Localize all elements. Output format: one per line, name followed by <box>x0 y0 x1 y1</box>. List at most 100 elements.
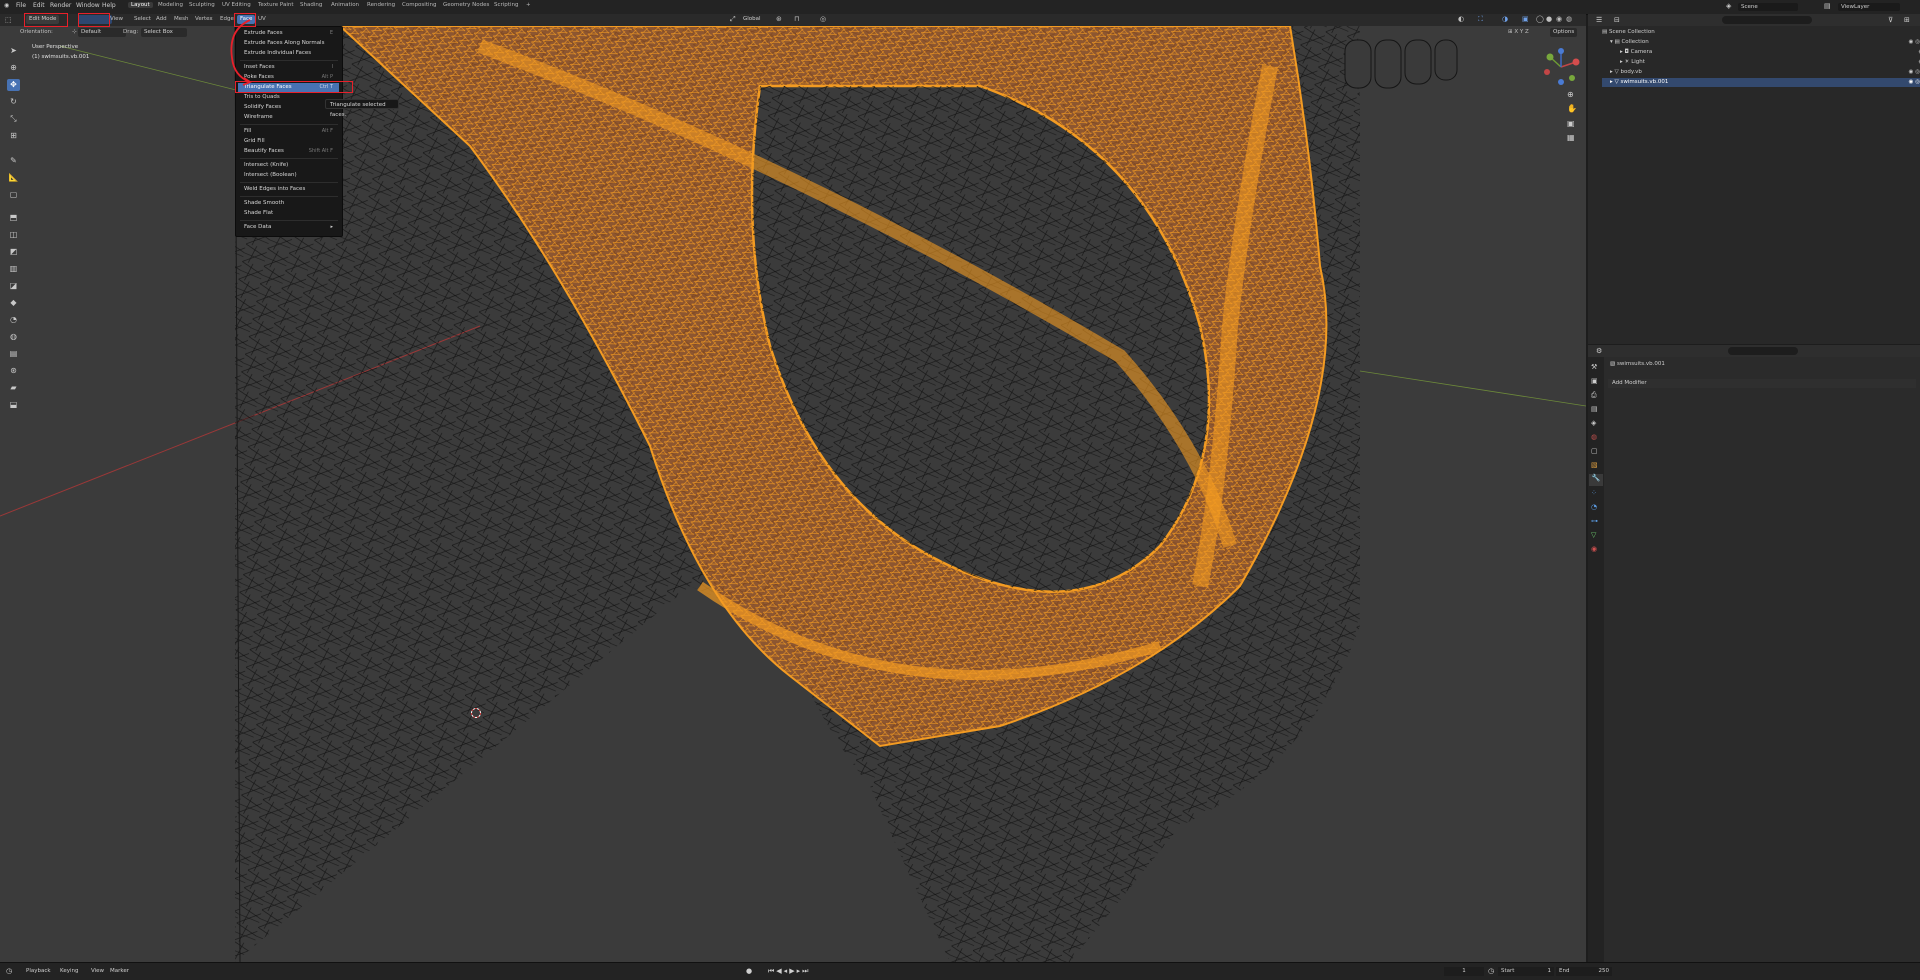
edge-slide-tool-icon[interactable]: ▤ <box>7 348 20 360</box>
menu-mesh[interactable]: Mesh <box>174 16 188 22</box>
extrude-tool-icon[interactable]: ⬒ <box>7 212 20 224</box>
menu-item-solidify-faces[interactable]: Solidify Faces <box>238 103 339 112</box>
outliner-item-collection[interactable]: ▾ ▤ Collection ◉ ◎ <box>1602 38 1920 47</box>
material-tab-icon[interactable]: ◉ <box>1591 545 1597 553</box>
shading-solid-icon[interactable]: ● <box>1546 15 1552 23</box>
scene-selector[interactable]: Scene <box>1738 3 1798 11</box>
visibility-icon[interactable]: ◐ <box>1458 15 1464 23</box>
menu-item-weld-edges-into-faces[interactable]: Weld Edges into Faces <box>238 185 339 194</box>
view-layer-tab-icon[interactable]: ▤ <box>1591 405 1598 413</box>
menu-item-tris-to-quads[interactable]: Tris to Quads <box>238 93 339 102</box>
proportional-edit-icon[interactable]: ◎ <box>820 15 826 23</box>
menu-item-face-data[interactable]: Face Data ▸ <box>238 223 339 232</box>
world-tab-icon[interactable]: ◍ <box>1591 433 1597 441</box>
particles-tab-icon[interactable]: ⁘ <box>1591 489 1597 497</box>
shading-wireframe-icon[interactable]: ◯ <box>1536 15 1544 23</box>
tab-compositing[interactable]: Compositing <box>402 2 436 8</box>
poly-build-tool-icon[interactable]: ◆ <box>7 297 20 309</box>
menu-file[interactable]: File <box>16 2 26 9</box>
menu-help[interactable]: Help <box>102 2 116 9</box>
xyz-mirror-toggles[interactable]: ⊞ X Y Z <box>1508 29 1529 35</box>
outliner-editor-icon[interactable]: ☰ <box>1596 16 1602 24</box>
bevel-tool-icon[interactable]: ◩ <box>7 246 20 258</box>
menu-item-shade-smooth[interactable]: Shade Smooth <box>238 199 339 208</box>
outliner-item-light[interactable]: ▸ ☀ Light◉ ◎ <box>1602 58 1920 67</box>
grid-view-icon[interactable]: ▦ <box>1567 133 1575 142</box>
snap-icon[interactable]: ⊓ <box>794 15 799 23</box>
tool-tab-icon[interactable]: ⚒ <box>1591 363 1597 371</box>
modifier-tab-icon[interactable]: 🔧 <box>1589 474 1603 486</box>
collection-tab-icon[interactable]: ▢ <box>1591 447 1598 455</box>
properties-search-input[interactable] <box>1728 347 1798 355</box>
overlay-toggle-icon[interactable]: ◑ <box>1502 15 1508 23</box>
orientation-selector[interactable]: Default <box>78 28 126 37</box>
tab-sculpting[interactable]: Sculpting <box>189 2 215 8</box>
options-dropdown[interactable]: Options <box>1550 28 1578 37</box>
zoom-icon[interactable]: ⊕ <box>1567 90 1574 99</box>
menu-item-beautify-faces[interactable]: Beautify Faces Shift Alt F <box>238 147 339 156</box>
timeline-menu-keying[interactable]: Keying <box>60 968 78 974</box>
menu-item-grid-fill[interactable]: Grid Fill <box>238 137 339 146</box>
add-modifier-button[interactable]: Add Modifier <box>1608 379 1916 388</box>
tab-uv-editing[interactable]: UV Editing <box>222 2 251 8</box>
render-tab-icon[interactable]: ▣ <box>1591 377 1598 385</box>
end-frame-field[interactable]: End 250 <box>1556 967 1612 976</box>
pivot-icon[interactable]: ⊛ <box>776 15 782 23</box>
menu-item-intersect-boolean[interactable]: Intersect (Boolean) <box>238 171 339 180</box>
transform-orientation-selector[interactable]: Global <box>740 15 764 24</box>
display-mode-icon[interactable]: ⊟ <box>1614 16 1620 24</box>
new-collection-icon[interactable]: ⊞ <box>1904 16 1910 24</box>
measure-tool-icon[interactable]: 📐 <box>7 172 20 184</box>
pan-hand-icon[interactable]: ✋ <box>1567 104 1577 113</box>
current-frame-field[interactable]: 1 <box>1444 967 1484 976</box>
view-layer-selector[interactable]: ViewLayer <box>1838 3 1900 11</box>
timeline-editor-icon[interactable]: ◷ <box>6 967 12 975</box>
playback-controls-icon[interactable]: ⏮◀◂▶▸⏭ <box>768 967 810 976</box>
constraints-tab-icon[interactable]: ⊶ <box>1591 517 1598 525</box>
rip-tool-icon[interactable]: ⬓ <box>7 399 20 411</box>
visibility-eye-icon[interactable]: ◉ ◎ <box>1909 38 1920 47</box>
gizmo-toggle-icon[interactable]: ⛶ <box>1478 15 1483 24</box>
menu-item-wireframe[interactable]: Wireframe <box>238 113 339 122</box>
menu-vertex[interactable]: Vertex <box>195 16 213 22</box>
add-cube-tool-icon[interactable]: ▢ <box>7 189 20 201</box>
knife-tool-icon[interactable]: ◪ <box>7 280 20 292</box>
cursor-tool-icon[interactable]: ⊕ <box>7 62 20 74</box>
physics-tab-icon[interactable]: ◔ <box>1591 503 1597 511</box>
navigation-gizmo[interactable] <box>1542 48 1580 86</box>
menu-add[interactable]: Add <box>156 16 167 22</box>
drag-selector[interactable]: Select Box <box>141 28 187 37</box>
tab-layout[interactable]: Layout <box>128 2 153 8</box>
shrink-fatten-tool-icon[interactable]: ⊛ <box>7 365 20 377</box>
editor-type-icon[interactable]: ⬚ <box>5 16 12 24</box>
outliner-item-camera[interactable]: ▸ ◘ Camera◉ ◎ <box>1602 48 1920 57</box>
data-tab-icon[interactable]: ▽ <box>1591 531 1596 539</box>
visibility-eye-icon[interactable]: ◉ ◎ <box>1909 68 1920 77</box>
tab-texture-paint[interactable]: Texture Paint <box>258 2 294 8</box>
visibility-eye-icon[interactable]: ◉ ◎ <box>1909 78 1920 87</box>
menu-item-intersect-knife[interactable]: Intersect (Knife) <box>238 161 339 170</box>
output-tab-icon[interactable]: ⎙ <box>1591 391 1597 400</box>
timeline-menu-playback[interactable]: Playback <box>26 968 51 974</box>
outliner-search-input[interactable] <box>1722 16 1812 24</box>
tab-shading[interactable]: Shading <box>300 2 322 8</box>
shading-rendered-icon[interactable]: ◍ <box>1566 15 1572 23</box>
shading-material-icon[interactable]: ◉ <box>1556 15 1562 23</box>
select-box-tool-icon[interactable]: ➤ <box>7 45 20 57</box>
scale-tool-icon[interactable]: ⤡ <box>7 113 20 125</box>
tab-rendering[interactable]: Rendering <box>367 2 395 8</box>
add-workspace-button[interactable]: + <box>526 2 531 8</box>
transform-tool-icon[interactable]: ⊞ <box>7 130 20 142</box>
move-tool-icon[interactable]: ✥ <box>7 79 20 91</box>
timeline-menu-view[interactable]: View <box>91 968 104 974</box>
clock-icon[interactable]: ◷ <box>1488 967 1494 975</box>
outliner-item-body[interactable]: ▸ ▽ body.vb ◉ ◎ <box>1602 68 1920 77</box>
outliner-scene-collection[interactable]: ▤ Scene Collection <box>1602 28 1918 37</box>
menu-item-shade-flat[interactable]: Shade Flat <box>238 209 339 218</box>
menu-item-fill[interactable]: Fill Alt F <box>238 127 339 136</box>
record-icon[interactable]: ● <box>746 967 752 975</box>
tab-animation[interactable]: Animation <box>331 2 359 8</box>
filter-icon[interactable]: ⊽ <box>1888 16 1893 24</box>
annotate-tool-icon[interactable]: ✎ <box>7 155 20 167</box>
timeline-menu-marker[interactable]: Marker <box>110 968 129 974</box>
